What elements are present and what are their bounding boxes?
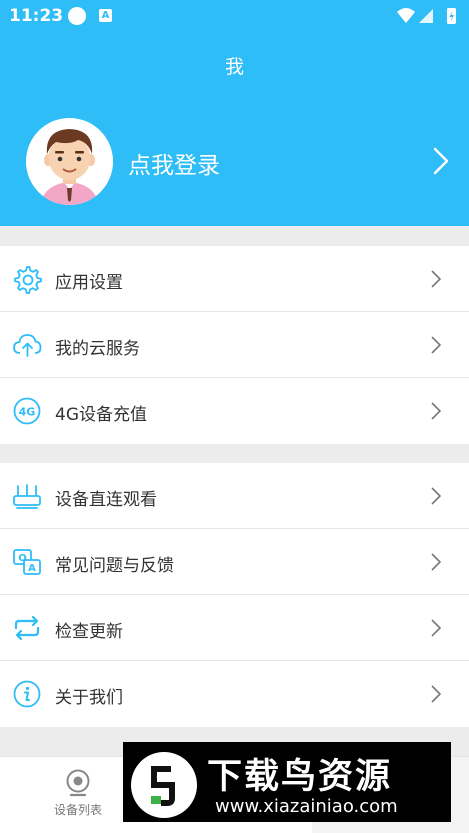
menu-item-4g-recharge[interactable]: 4G 4G设备充值: [0, 378, 469, 444]
profile-header: 11:23 A 我 点我登录: [0, 0, 469, 226]
notification-dot-icon: [68, 7, 86, 25]
camera-icon: [66, 769, 90, 797]
info-icon: [13, 680, 41, 708]
menu-item-label: 我的云服务: [55, 339, 140, 359]
signal-icon: [419, 9, 433, 23]
chevron-right-icon: [431, 553, 441, 571]
watermark-banner: 下载鸟资源 www.xiazainiao.com: [123, 742, 451, 822]
watermark-url: www.xiazainiao.com: [215, 796, 398, 817]
status-time: 11:23: [9, 6, 64, 26]
tab-label: 设备列表: [53, 803, 102, 817]
chevron-right-icon: [431, 336, 441, 354]
faq-chat-icon: Q A: [13, 549, 41, 575]
chevron-right-icon: [431, 402, 441, 420]
menu-item-label: 4G设备充值: [55, 405, 147, 425]
wifi-icon: [397, 8, 415, 23]
svg-text:A: A: [28, 563, 36, 574]
menu-item-direct-view[interactable]: 设备直连观看: [0, 463, 469, 529]
status-badge: A: [99, 9, 112, 22]
gear-icon: [14, 266, 42, 294]
support-menu-group: 设备直连观看 Q A 常见问题与反馈 检查更新 关于我们: [0, 463, 469, 727]
menu-item-app-settings[interactable]: 应用设置: [0, 246, 469, 312]
bird-logo-icon: [151, 766, 175, 806]
avatar: [26, 118, 113, 205]
svg-text:4G: 4G: [19, 406, 36, 419]
chevron-right-icon: [431, 619, 441, 637]
menu-item-label: 关于我们: [55, 688, 123, 708]
page-title: 我: [224, 56, 244, 78]
status-icons: [397, 8, 456, 24]
chevron-right-icon: [431, 270, 441, 288]
menu-item-check-update[interactable]: 检查更新: [0, 595, 469, 661]
status-bar: 11:23 A: [0, 0, 469, 32]
menu-item-label: 常见问题与反馈: [55, 556, 174, 576]
4g-icon: 4G: [13, 397, 41, 425]
chevron-right-icon: [431, 685, 441, 703]
cloud-upload-icon: [13, 334, 42, 357]
menu-item-about-us[interactable]: 关于我们: [0, 661, 469, 727]
login-profile-row[interactable]: 点我登录: [26, 118, 456, 205]
tab-device-list[interactable]: 设备列表: [40, 769, 116, 818]
menu-item-faq-feedback[interactable]: Q A 常见问题与反馈: [0, 529, 469, 595]
menu-item-cloud-service[interactable]: 我的云服务: [0, 312, 469, 378]
avatar-illustration-icon: [26, 118, 113, 205]
menu-item-label: 应用设置: [55, 273, 123, 293]
router-icon: [13, 484, 41, 509]
menu-item-label: 检查更新: [55, 622, 123, 642]
refresh-arrows-icon: [14, 615, 40, 641]
chevron-right-icon: [431, 487, 441, 505]
login-prompt: 点我登录: [128, 153, 220, 179]
settings-menu-group: 应用设置 我的云服务 4G 4G设备充值: [0, 246, 469, 444]
menu-item-label: 设备直连观看: [55, 490, 157, 510]
watermark-logo: [131, 752, 197, 818]
chevron-right-icon: [433, 147, 449, 175]
watermark-title: 下载鸟资源: [207, 757, 393, 797]
